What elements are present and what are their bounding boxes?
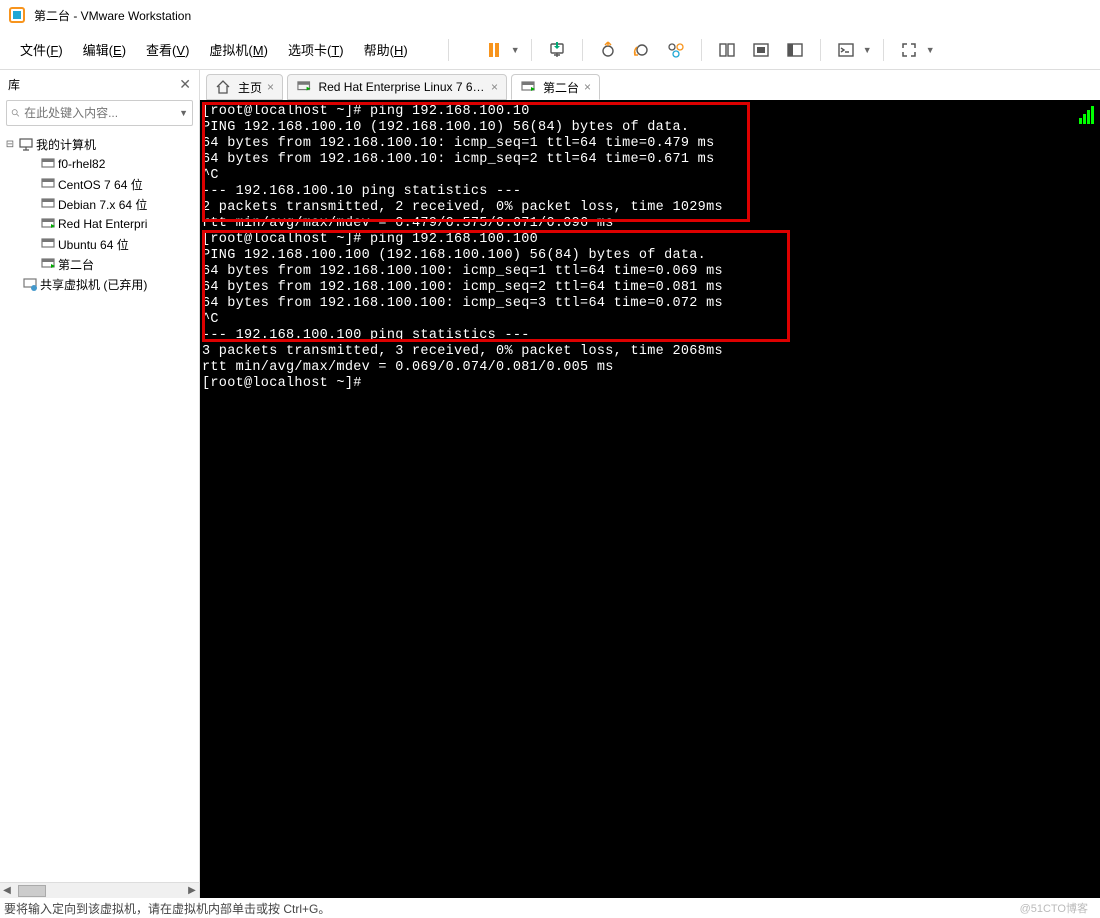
vm-icon xyxy=(40,156,56,172)
menu-help[interactable]: 帮助(H) xyxy=(356,36,416,63)
close-icon[interactable]: × xyxy=(267,80,274,94)
sidebar-search[interactable]: ▼ xyxy=(6,100,193,126)
computer-icon xyxy=(18,136,34,152)
tree-my-computer[interactable]: ⊟ 我的计算机 xyxy=(0,134,199,154)
tree-label: CentOS 7 64 位 xyxy=(58,176,143,193)
close-icon[interactable]: × xyxy=(491,80,498,94)
dropdown-icon[interactable]: ▼ xyxy=(179,108,188,118)
tree-label: 共享虚拟机 (已弃用) xyxy=(40,276,147,293)
view-unity-button[interactable] xyxy=(780,36,810,64)
fullscreen-button[interactable] xyxy=(894,36,924,64)
tree-vm-second[interactable]: 第二台 xyxy=(0,254,199,274)
window-title: 第二台 - VMware Workstation xyxy=(34,7,191,24)
menu-tabs[interactable]: 选项卡(T) xyxy=(280,36,352,63)
tab-rhel7[interactable]: Red Hat Enterprise Linux 7 64 ... × xyxy=(287,74,507,100)
vm-running-icon xyxy=(40,256,56,272)
vm-icon xyxy=(40,196,56,212)
tree-shared-vm[interactable]: 共享虚拟机 (已弃用) xyxy=(0,274,199,294)
watermark: @51CTO博客 xyxy=(1020,900,1088,916)
tree-vm-ubuntu[interactable]: Ubuntu 64 位 xyxy=(0,234,199,254)
search-input[interactable] xyxy=(24,106,179,120)
tree-vm-debian[interactable]: Debian 7.x 64 位 xyxy=(0,194,199,214)
dropdown-icon[interactable]: ▼ xyxy=(926,45,936,55)
tree-label: Red Hat Enterpri xyxy=(58,217,147,231)
tree-label: 第二台 xyxy=(58,256,94,273)
tree-vm-rhe[interactable]: Red Hat Enterpri xyxy=(0,214,199,234)
menu-view[interactable]: 查看(V) xyxy=(138,36,197,63)
titlebar: 第二台 - VMware Workstation xyxy=(0,0,1100,30)
tree-vm-centos[interactable]: CentOS 7 64 位 xyxy=(0,174,199,194)
tab-home[interactable]: 主页 × xyxy=(206,74,283,100)
menu-vm[interactable]: 虚拟机(M) xyxy=(201,36,276,63)
toolbar: ▼ ▼ ▼ xyxy=(479,36,936,64)
tab-second[interactable]: 第二台 × xyxy=(511,74,600,100)
tree-label: 我的计算机 xyxy=(36,136,96,153)
statusbar: 要将输入定向到该虚拟机，请在虚拟机内部单击或按 Ctrl+G。 xyxy=(0,898,1100,918)
vmware-icon xyxy=(8,6,26,24)
snapshot-button[interactable] xyxy=(593,36,623,64)
tree-label: Ubuntu 64 位 xyxy=(58,236,129,253)
tab-label: 主页 xyxy=(238,79,262,96)
vm-icon xyxy=(40,236,56,252)
menu-file[interactable]: 文件(F) xyxy=(12,36,71,63)
activity-bars-icon xyxy=(1079,106,1094,124)
dropdown-icon[interactable]: ▼ xyxy=(863,45,873,55)
view-single-button[interactable] xyxy=(712,36,742,64)
sidebar-close-icon[interactable]: ✕ xyxy=(179,76,191,93)
sidebar-title: 库 xyxy=(8,76,20,93)
vm-tree: ⊟ 我的计算机 f0-rhel82 CentOS 7 64 位 Debian 7… xyxy=(0,132,199,882)
vm-running-icon xyxy=(520,79,536,95)
tab-bar: 主页 × Red Hat Enterprise Linux 7 64 ... ×… xyxy=(200,70,1100,100)
search-icon xyxy=(11,106,20,120)
collapse-icon[interactable]: ⊟ xyxy=(4,139,16,150)
sidebar: 库 ✕ ▼ ⊟ 我的计算机 f0-rhel82 CentOS 7 64 位 De… xyxy=(0,70,200,898)
tree-label: f0-rhel82 xyxy=(58,157,105,171)
vm-running-icon xyxy=(40,216,56,232)
tree-vm-rhel82[interactable]: f0-rhel82 xyxy=(0,154,199,174)
terminal-output: [root@localhost ~]# ping 192.168.100.10 … xyxy=(202,104,1096,392)
pause-button[interactable] xyxy=(479,36,509,64)
menu-edit[interactable]: 编辑(E) xyxy=(75,36,134,63)
main-area: 主页 × Red Hat Enterprise Linux 7 64 ... ×… xyxy=(200,70,1100,898)
shared-icon xyxy=(22,276,38,292)
sidebar-scrollbar[interactable]: ◀▶ xyxy=(0,882,199,898)
tab-label: 第二台 xyxy=(543,79,579,96)
vm-icon xyxy=(40,176,56,192)
terminal-view[interactable]: [root@localhost ~]# ping 192.168.100.10 … xyxy=(200,100,1100,898)
view-multi-button[interactable] xyxy=(746,36,776,64)
dropdown-icon[interactable]: ▼ xyxy=(511,45,521,55)
manage-snapshot-button[interactable] xyxy=(661,36,691,64)
tab-label: Red Hat Enterprise Linux 7 64 ... xyxy=(318,80,486,94)
status-text: 要将输入定向到该虚拟机，请在虚拟机内部单击或按 Ctrl+G。 xyxy=(4,900,330,917)
tree-label: Debian 7.x 64 位 xyxy=(58,196,147,213)
revert-button[interactable] xyxy=(627,36,657,64)
send-button[interactable] xyxy=(542,36,572,64)
home-icon xyxy=(215,79,231,95)
vm-running-icon xyxy=(296,79,311,95)
menubar: 文件(F) 编辑(E) 查看(V) 虚拟机(M) 选项卡(T) 帮助(H) ▼ … xyxy=(0,30,1100,70)
close-icon[interactable]: × xyxy=(584,80,591,94)
console-button[interactable] xyxy=(831,36,861,64)
